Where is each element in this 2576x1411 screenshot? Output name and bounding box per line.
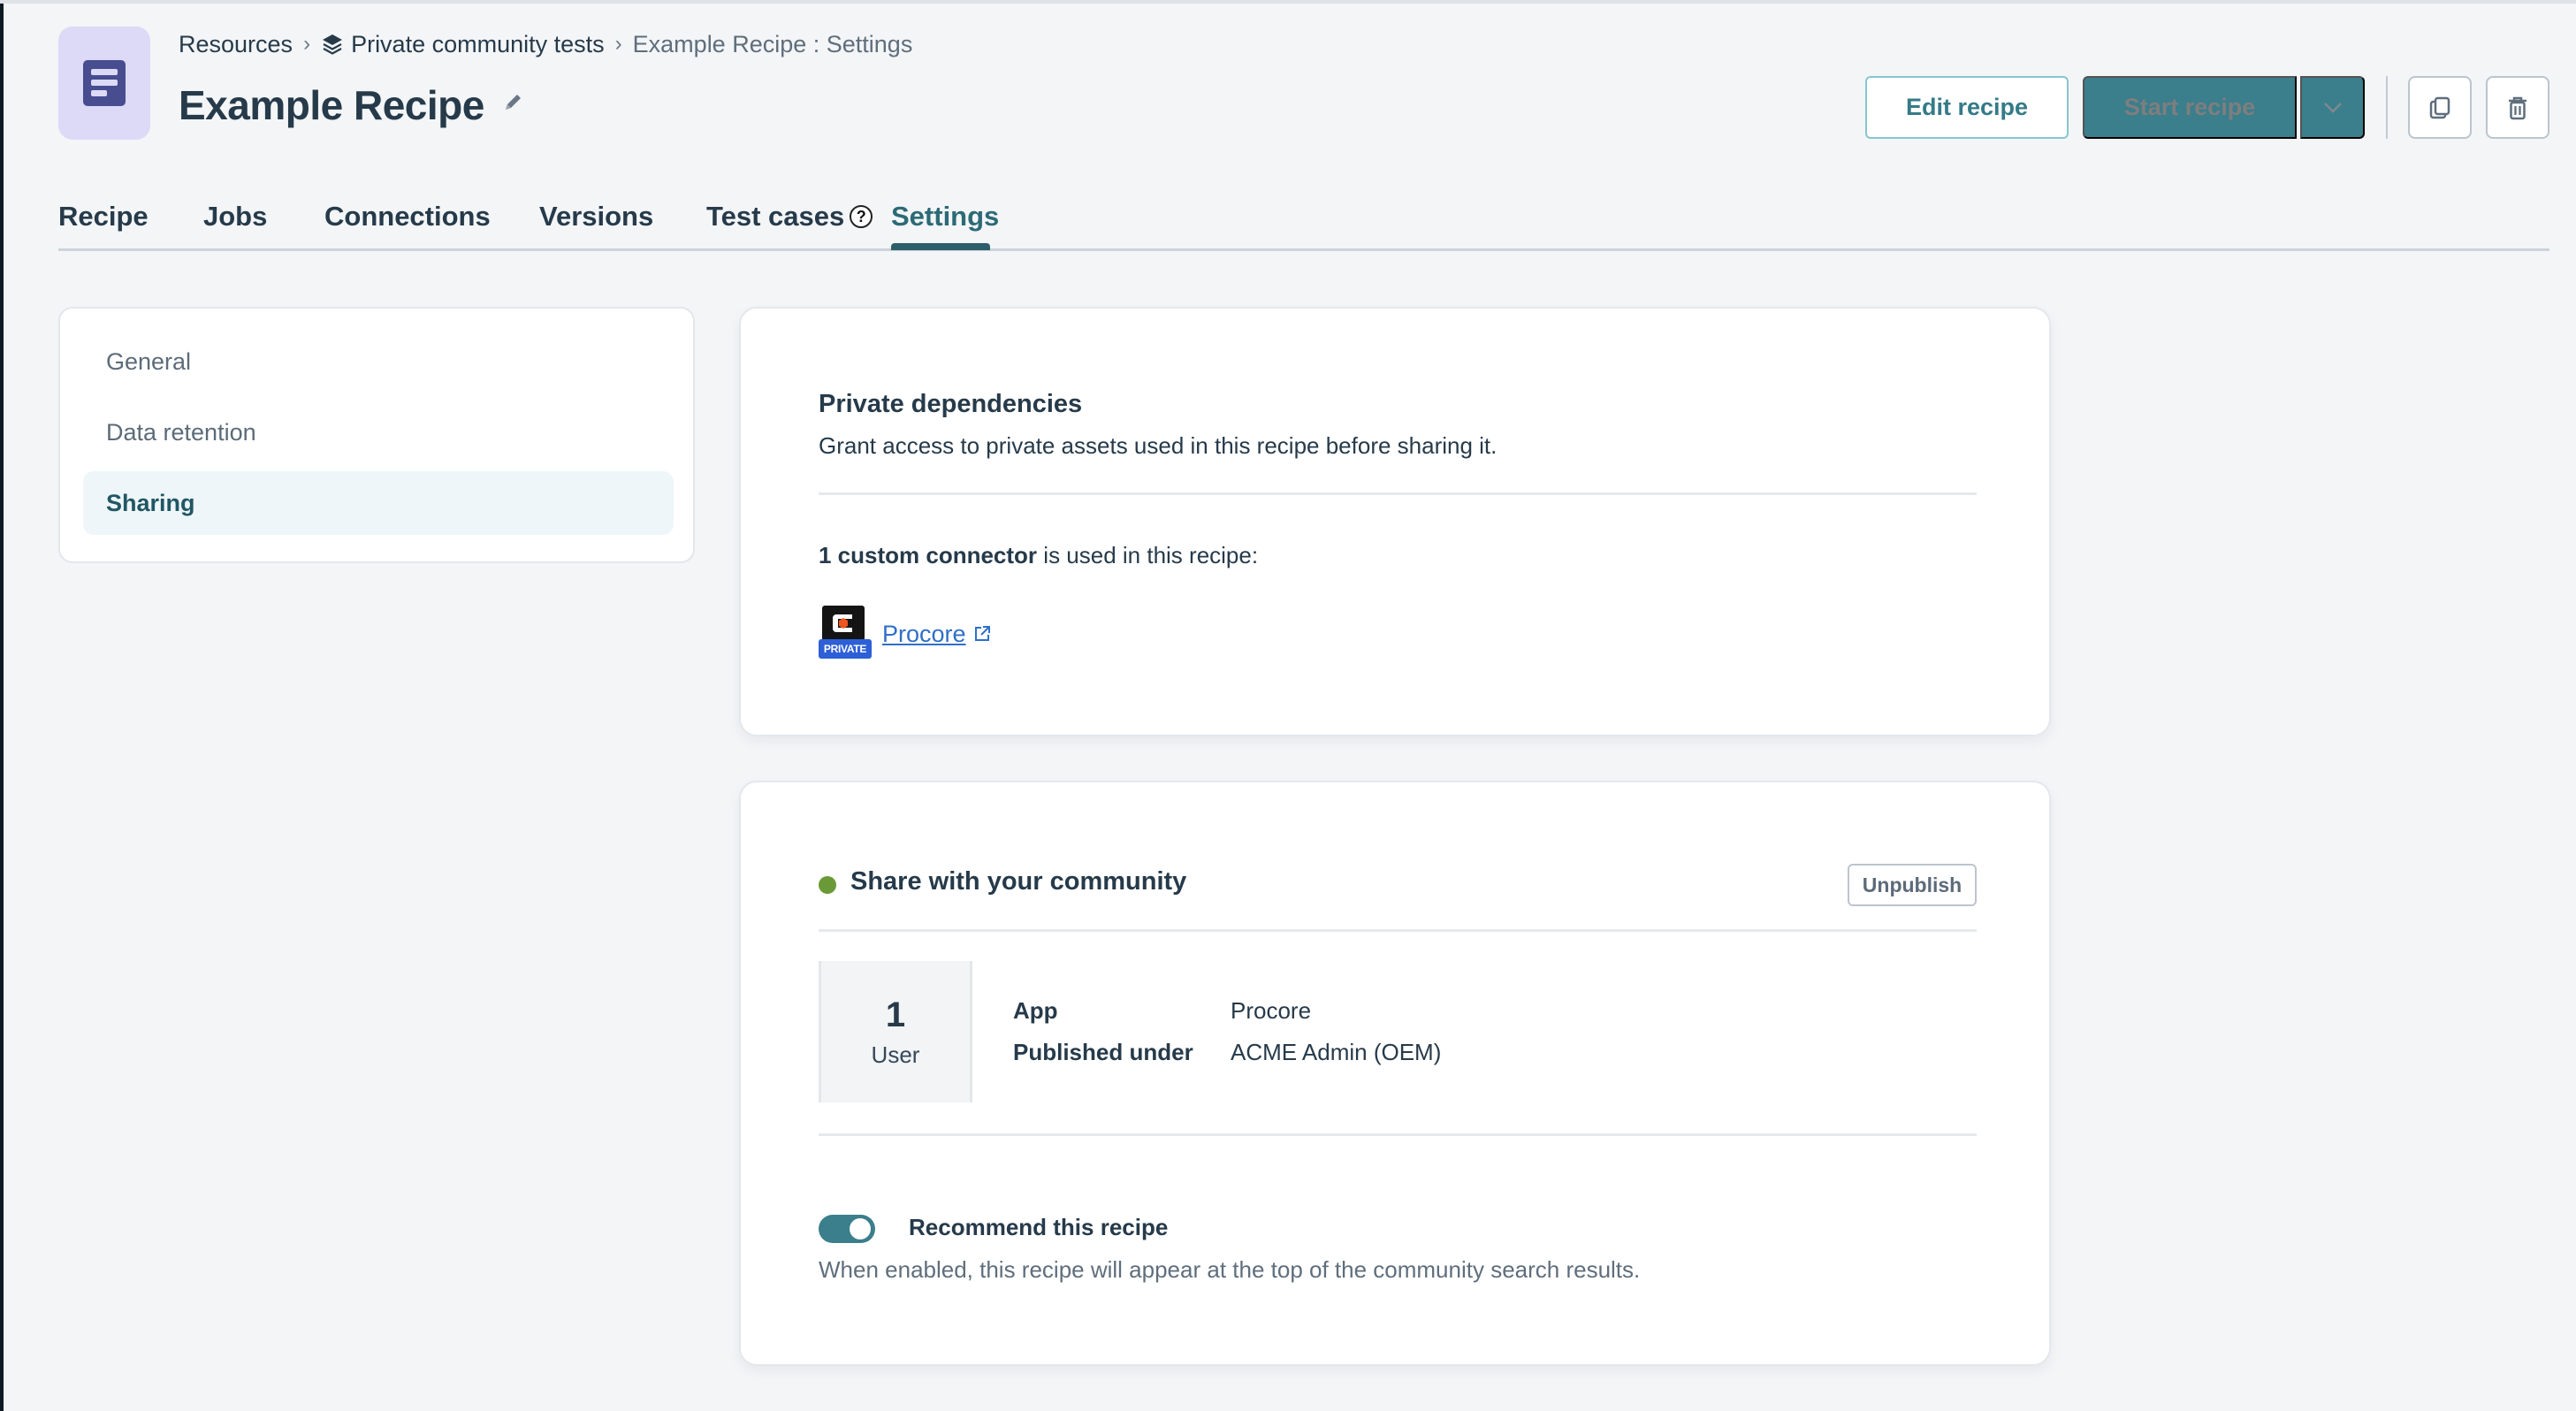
app-value: Procore bbox=[1231, 997, 1312, 1024]
app-key: App bbox=[1013, 997, 1058, 1024]
custom-connector-count-bold: 1 custom connector bbox=[819, 542, 1038, 568]
procore-logo: PRIVATE bbox=[819, 606, 873, 662]
sidebar-item-data-retention[interactable]: Data retention bbox=[83, 400, 674, 464]
tab-connections[interactable]: Connections bbox=[324, 194, 491, 239]
share-community-card: Share with your community Unpublish 1 Us… bbox=[739, 781, 2051, 1366]
section-divider bbox=[819, 929, 1977, 932]
recommend-description: When enabled, this recipe will appear at… bbox=[819, 1256, 1641, 1283]
private-badge: PRIVATE bbox=[819, 639, 872, 659]
sidebar-item-sharing[interactable]: Sharing bbox=[83, 471, 674, 535]
private-dependencies-description: Grant access to private assets used in t… bbox=[819, 432, 1498, 459]
tab-label: Recipe bbox=[58, 201, 149, 232]
tab-versions[interactable]: Versions bbox=[539, 194, 653, 239]
sidebar-item-label: General bbox=[106, 347, 192, 375]
external-link-icon[interactable] bbox=[973, 625, 991, 643]
tab-recipe[interactable]: Recipe bbox=[58, 194, 149, 239]
help-icon[interactable]: ? bbox=[850, 205, 873, 228]
procore-icon bbox=[833, 614, 852, 632]
published-under-value: ACME Admin (OEM) bbox=[1231, 1039, 1442, 1065]
users-label: User bbox=[871, 1041, 920, 1068]
pencil-icon[interactable] bbox=[502, 92, 523, 113]
copy-recipe-button[interactable] bbox=[2408, 76, 2472, 139]
published-under-key: Published under bbox=[1013, 1039, 1193, 1065]
chevron-down-icon bbox=[2323, 102, 2342, 113]
share-community-title: Share with your community bbox=[850, 867, 1187, 896]
procore-connector-link[interactable]: Procore bbox=[882, 621, 966, 648]
tab-test-cases[interactable]: Test cases ? bbox=[706, 194, 873, 239]
tab-label: Jobs bbox=[203, 201, 268, 232]
sidebar-item-label: Data retention bbox=[106, 418, 256, 446]
recommend-toggle[interactable] bbox=[819, 1215, 875, 1243]
layers-icon bbox=[323, 34, 343, 55]
breadcrumb-current: Example Recipe : Settings bbox=[632, 30, 913, 57]
recipe-app-tile bbox=[58, 27, 150, 140]
published-status-dot bbox=[819, 876, 836, 894]
private-dependencies-card: Private dependencies Grant access to pri… bbox=[739, 307, 2051, 736]
sidebar-item-general[interactable]: General bbox=[83, 330, 674, 393]
top-border bbox=[0, 0, 2576, 4]
custom-connector-count: 1 custom connector is used in this recip… bbox=[819, 542, 1258, 569]
title-row: Example Recipe bbox=[179, 81, 523, 129]
recommend-label: Recommend this recipe bbox=[909, 1214, 1169, 1240]
procore-logo-mark bbox=[822, 606, 865, 641]
users-count: 1 bbox=[885, 995, 906, 1034]
private-dependencies-title: Private dependencies bbox=[819, 390, 1083, 418]
tab-label: Settings bbox=[891, 201, 1000, 232]
delete-recipe-button[interactable] bbox=[2486, 76, 2549, 139]
users-stat: 1 User bbox=[819, 961, 972, 1102]
header-divider bbox=[2386, 76, 2388, 139]
section-divider bbox=[819, 492, 1977, 495]
section-divider bbox=[819, 1133, 1977, 1136]
settings-sidebar: General Data retention Sharing bbox=[58, 307, 695, 563]
trash-icon bbox=[2509, 96, 2526, 119]
recipe-document-icon bbox=[83, 60, 126, 106]
active-tab-indicator bbox=[891, 243, 990, 250]
unpublish-button[interactable]: Unpublish bbox=[1848, 864, 1977, 906]
breadcrumb: Resources › Private community tests › Ex… bbox=[179, 28, 912, 60]
tabs-divider bbox=[58, 248, 2549, 251]
chevron-right-icon: › bbox=[614, 32, 622, 56]
tab-settings[interactable]: Settings bbox=[891, 194, 999, 239]
edit-recipe-button[interactable]: Edit recipe bbox=[1865, 76, 2069, 139]
copy-icon bbox=[2429, 96, 2450, 118]
tab-label: Connections bbox=[324, 201, 491, 232]
breadcrumb-resources[interactable]: Resources bbox=[179, 31, 293, 58]
toggle-knob bbox=[850, 1218, 871, 1239]
tab-label: Versions bbox=[539, 201, 654, 232]
start-recipe-button[interactable]: Start recipe bbox=[2083, 76, 2297, 139]
recipe-tabs: Recipe Jobs Connections Versions Test ca… bbox=[58, 194, 2549, 251]
start-recipe-dropdown-button[interactable] bbox=[2300, 76, 2365, 139]
chevron-right-icon: › bbox=[303, 32, 311, 56]
custom-connector-count-rest: is used in this recipe: bbox=[1037, 542, 1259, 568]
sidebar-item-label: Sharing bbox=[106, 489, 195, 516]
tab-jobs[interactable]: Jobs bbox=[203, 194, 267, 239]
window-edge bbox=[0, 0, 4, 1411]
tab-label: Test cases bbox=[706, 201, 845, 232]
page-title: Example Recipe bbox=[179, 82, 484, 128]
connector-item: PRIVATE Procore bbox=[819, 606, 991, 662]
breadcrumb-project[interactable]: Private community tests bbox=[351, 31, 605, 58]
